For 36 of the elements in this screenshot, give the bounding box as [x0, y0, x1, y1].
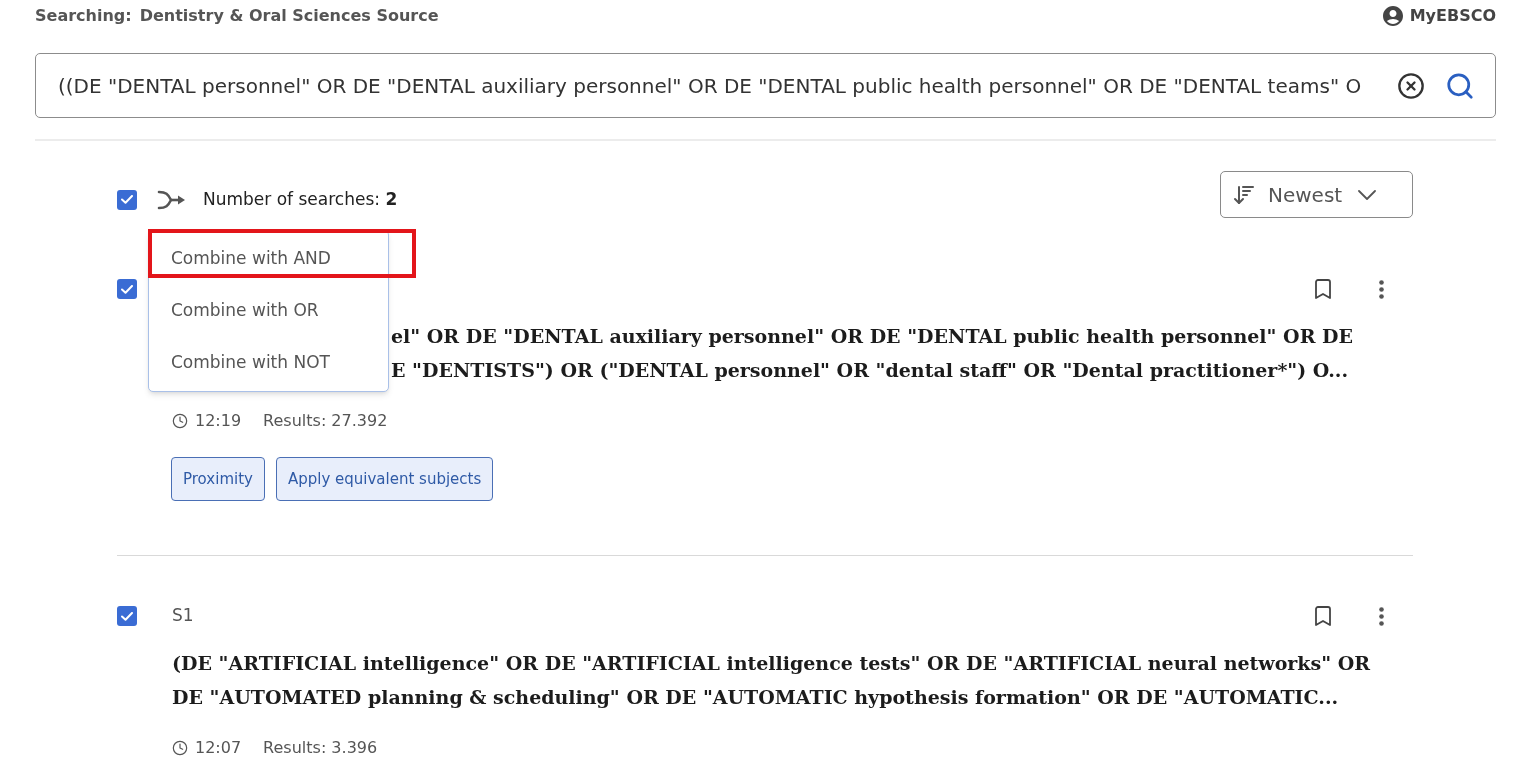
clock-icon [172, 740, 188, 756]
search-query: (DE "ARTIFICIAL intelligence" OR DE "ARTIFICIAL intelligence tests" OR DE "ARTIFICIAL neural networks" OR DE "AUTOMATED planning & scheduling" OR DE "AUTOMATIC hypothesis formation" OR DE "AUTOMATIC... [172, 651, 1372, 710]
search-button[interactable] [1445, 70, 1475, 101]
more-options-icon [1378, 279, 1384, 299]
search-field[interactable]: ((DE "DENTAL personnel" OR DE "DENTAL auxiliary personnel" OR DE "DENTAL public health personnel" OR DE "DENTAL teams" O [35, 53, 1496, 118]
checkmark-icon [121, 195, 133, 204]
merge-arrow-icon [157, 189, 185, 210]
searches-count: Number of searches: 2 [203, 187, 398, 211]
checkmark-icon [121, 284, 133, 294]
results-count: Results: 3.396 [263, 737, 378, 759]
checkbox[interactable] [117, 279, 137, 299]
option-tag[interactable]: Apply equivalent subjects [275, 457, 494, 501]
search-icon [1445, 70, 1475, 101]
search-label: S1 [172, 604, 194, 628]
menu-item[interactable]: Combine with NOT [149, 337, 388, 389]
chevron-down-icon [1358, 189, 1377, 200]
checkbox[interactable] [117, 189, 137, 210]
search-input[interactable]: ((DE "DENTAL personnel" OR DE "DENTAL auxiliary personnel" OR DE "DENTAL public health personnel" OR DE "DENTAL teams" O [58, 70, 1383, 101]
checkbox[interactable] [117, 606, 137, 626]
menu-item[interactable]: Combine with AND [149, 233, 388, 285]
menu-item[interactable]: Combine with OR [149, 285, 388, 337]
clock-icon [172, 413, 188, 429]
search-time: 12:19 [195, 410, 242, 432]
user-avatar-icon [1380, 4, 1405, 28]
search-time: 12:07 [195, 737, 242, 759]
searching-label: Searching: [35, 5, 132, 27]
account-link[interactable]: MyEBSCO [1380, 4, 1496, 28]
search-query: el" OR DE "DENTAL auxiliary personnel" OR DE "DENTAL public health personnel" OR DE E "DENTISTS") OR ("DENTAL personnel" OR "dental staff" OR "Dental practitioner*") O... [391, 324, 1354, 383]
clear-icon [1397, 71, 1425, 100]
clear-button[interactable] [1397, 71, 1425, 100]
checkmark-icon [121, 611, 133, 621]
more-options-icon [1378, 606, 1384, 626]
option-tag[interactable]: Proximity [171, 457, 265, 501]
database-name: Dentistry & Oral Sciences Source [139, 5, 439, 27]
sort-dropdown[interactable]: Newest [1220, 171, 1413, 218]
results-count: Results: 27.392 [263, 410, 388, 432]
